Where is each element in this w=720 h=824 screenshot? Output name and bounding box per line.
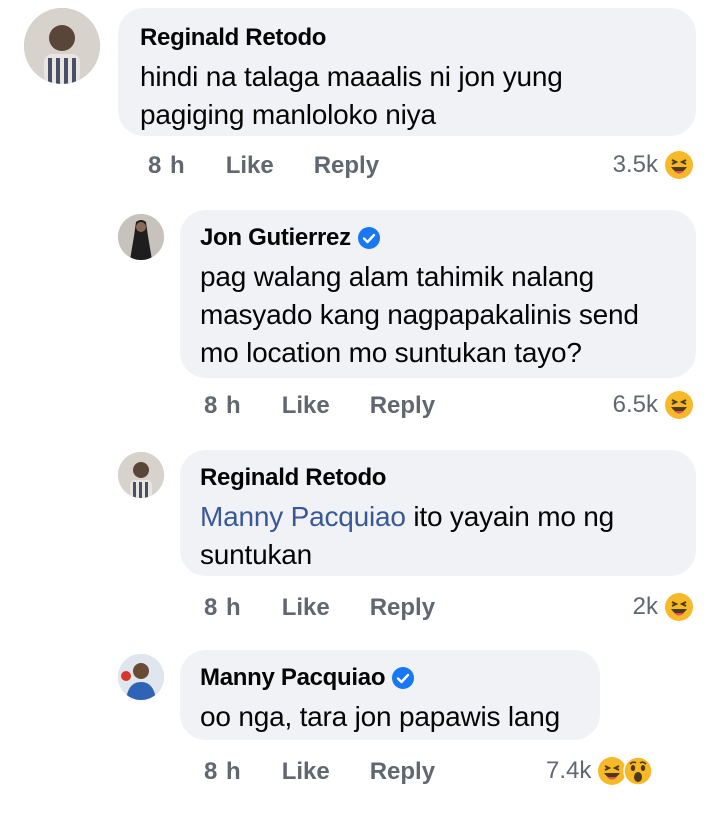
author-name[interactable]: Jon Gutierrez (200, 224, 676, 252)
like-button[interactable]: Like (282, 758, 330, 786)
avatar[interactable] (24, 8, 100, 84)
comment-bubble: Reginald Retodo Manny Pacquiao ito yayai… (180, 450, 696, 576)
comment-actions: 8 h Like Reply (148, 152, 379, 180)
reply-button[interactable]: Reply (370, 594, 435, 622)
reaction-count: 6.5k (612, 391, 658, 418)
verified-badge-icon (391, 666, 415, 690)
timestamp[interactable]: 8 h (204, 392, 242, 420)
reply-button[interactable]: Reply (370, 758, 435, 786)
comment-text: hindi na talaga maaalis ni jon yung pagi… (140, 61, 563, 130)
reaction-summary[interactable]: 7.4k (546, 756, 654, 786)
like-button[interactable]: Like (226, 152, 274, 180)
reaction-summary[interactable]: 2k (633, 592, 694, 622)
timestamp[interactable]: 8 h (204, 594, 242, 622)
haha-icon (664, 150, 694, 180)
comment-actions: 8 h Like Reply (204, 594, 435, 622)
author-name[interactable]: Reginald Retodo (140, 24, 674, 52)
wow-icon (623, 756, 654, 786)
reaction-icons (597, 756, 654, 786)
avatar[interactable] (118, 214, 164, 260)
comment-text: Manny Pacquiao ito yayain mo ng suntukan (200, 498, 650, 574)
reaction-count: 7.4k (546, 757, 592, 784)
avatar[interactable] (118, 452, 164, 498)
like-button[interactable]: Like (282, 594, 330, 622)
haha-icon (664, 390, 694, 420)
mention-link[interactable]: Manny Pacquiao (200, 501, 406, 532)
comment-bubble: Jon Gutierrez pag walang alam tahimik na… (180, 210, 696, 378)
comment-bubble: Reginald Retodo hindi na talaga maaalis … (118, 8, 696, 136)
timestamp[interactable]: 8 h (204, 758, 242, 786)
comment-actions: 8 h Like Reply (204, 392, 435, 420)
haha-icon (664, 592, 694, 622)
comment-bubble: Manny Pacquiao oo nga, tara jon papawis … (180, 650, 600, 740)
reply-button[interactable]: Reply (314, 152, 379, 180)
like-button[interactable]: Like (282, 392, 330, 420)
timestamp[interactable]: 8 h (148, 152, 186, 180)
comment-actions: 8 h Like Reply (204, 758, 435, 786)
reaction-count: 3.5k (612, 151, 658, 178)
author-name[interactable]: Manny Pacquiao (200, 664, 580, 692)
avatar[interactable] (118, 654, 164, 700)
comment-text: oo nga, tara jon papawis lang (200, 701, 561, 732)
reaction-summary[interactable]: 3.5k (613, 150, 694, 180)
reply-button[interactable]: Reply (370, 392, 435, 420)
reaction-summary[interactable]: 6.5k (613, 390, 694, 420)
author-name[interactable]: Reginald Retodo (200, 464, 676, 492)
comment-text: pag walang alam tahimik nalang masyado k… (200, 261, 639, 368)
reaction-count: 2k (632, 593, 658, 620)
verified-badge-icon (357, 226, 381, 250)
